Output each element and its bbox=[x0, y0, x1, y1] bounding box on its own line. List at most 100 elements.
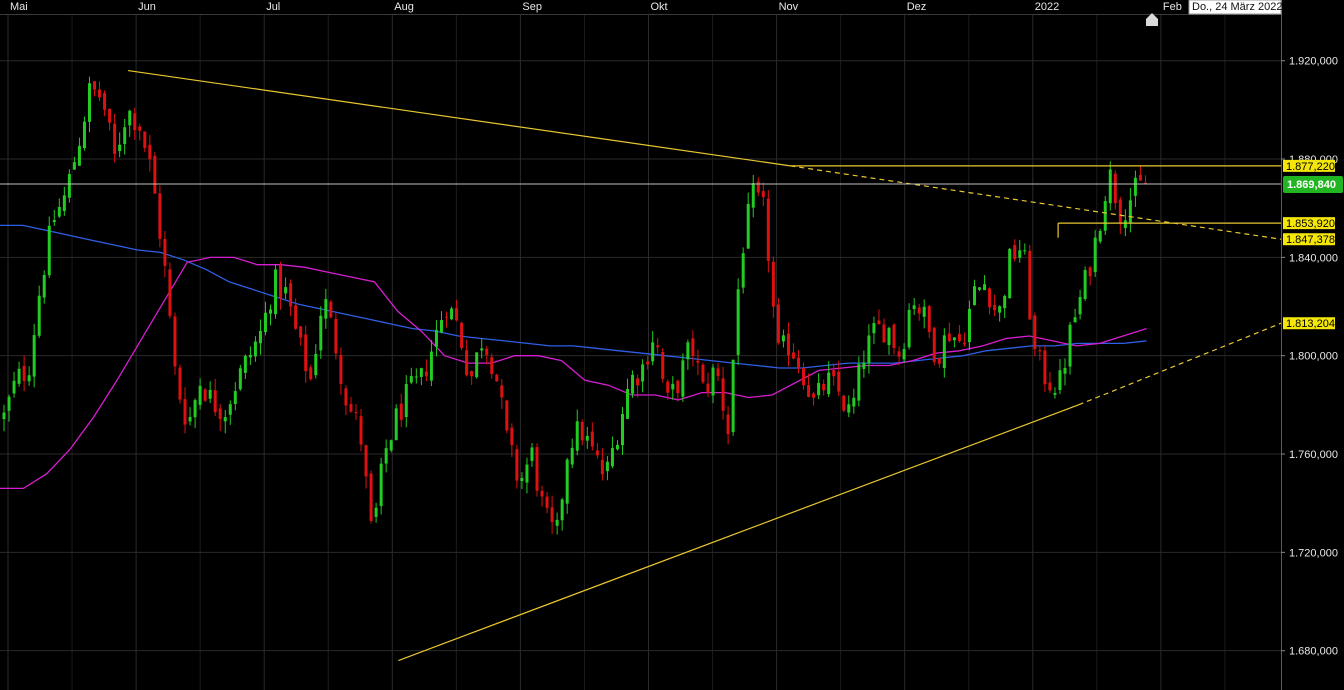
month-tick-label: Jul bbox=[266, 1, 280, 13]
candle-body bbox=[359, 416, 363, 445]
stock-chart[interactable]: 1.920,0001.880,0001.840,0001.800,0001.76… bbox=[0, 0, 1344, 690]
candle-body bbox=[279, 265, 283, 299]
candle-body bbox=[439, 320, 443, 333]
candle-body bbox=[610, 448, 614, 467]
candle-body bbox=[781, 335, 785, 342]
candle-body bbox=[424, 371, 428, 377]
candle-body bbox=[495, 374, 499, 382]
trendline[interactable] bbox=[128, 69, 791, 167]
candle-body bbox=[585, 435, 589, 441]
level-badge: 1.877,220 bbox=[1283, 159, 1335, 173]
candle-body bbox=[560, 499, 564, 521]
candle-body bbox=[1038, 350, 1042, 352]
candle-body bbox=[696, 360, 700, 363]
candle-body bbox=[555, 519, 559, 526]
candle-body bbox=[797, 357, 801, 369]
candle-body bbox=[776, 304, 780, 343]
candle-body bbox=[1133, 177, 1137, 196]
candle-body bbox=[615, 444, 619, 450]
candle-body bbox=[540, 490, 544, 497]
candle-body bbox=[515, 449, 519, 481]
candle-body bbox=[656, 345, 660, 348]
candle-body bbox=[1123, 220, 1127, 229]
candle-body bbox=[309, 367, 313, 380]
candle-body bbox=[1033, 315, 1037, 350]
candle-body bbox=[1113, 173, 1117, 204]
candle-body bbox=[228, 404, 232, 415]
candle-body bbox=[621, 413, 625, 446]
candle-body bbox=[218, 408, 222, 419]
candle-body bbox=[691, 338, 695, 357]
candle-body bbox=[113, 123, 117, 154]
candle-body bbox=[1068, 324, 1072, 367]
candle-body bbox=[857, 364, 861, 401]
candle-body bbox=[93, 81, 97, 90]
candle-body bbox=[892, 324, 896, 349]
candle-body bbox=[429, 351, 433, 381]
level-badge-text: 1.847,378 bbox=[1286, 234, 1335, 246]
candle-body bbox=[661, 351, 665, 379]
candle-body bbox=[907, 309, 911, 348]
level-badge: 1.847,378 bbox=[1283, 233, 1335, 246]
candle-body bbox=[1098, 231, 1102, 242]
candle-body bbox=[837, 371, 841, 392]
candle-body bbox=[414, 376, 418, 378]
candle-body bbox=[445, 316, 449, 318]
candle-body bbox=[947, 333, 951, 342]
month-tick-label: 2022 bbox=[1035, 1, 1059, 13]
candle-body bbox=[706, 383, 710, 393]
candle-body bbox=[726, 414, 730, 435]
candle-body bbox=[988, 288, 992, 308]
chart-canvas[interactable]: 1.920,0001.880,0001.840,0001.800,0001.76… bbox=[0, 0, 1344, 690]
candle-body bbox=[595, 450, 599, 456]
candle-body bbox=[233, 391, 237, 404]
candle-body bbox=[42, 274, 46, 298]
candle-body bbox=[952, 337, 956, 341]
trendline[interactable] bbox=[1078, 322, 1282, 406]
candle-body bbox=[872, 323, 876, 334]
candle-body bbox=[912, 305, 916, 310]
month-tick-label: Feb bbox=[1163, 1, 1182, 13]
candle-body bbox=[842, 395, 846, 411]
candle-body bbox=[812, 393, 816, 398]
candle-body bbox=[480, 348, 484, 351]
candle-body bbox=[409, 376, 413, 383]
candle-body bbox=[676, 380, 680, 394]
candle-body bbox=[1093, 237, 1097, 273]
candle-body bbox=[67, 173, 71, 198]
candle-body bbox=[756, 181, 760, 193]
y-tick-label: 1.920,000 bbox=[1289, 56, 1338, 68]
price-axis: 1.920,0001.880,0001.840,0001.800,0001.76… bbox=[1281, 0, 1338, 690]
candle-body bbox=[600, 459, 604, 475]
trendline[interactable] bbox=[790, 165, 1282, 240]
candle-body bbox=[299, 326, 303, 338]
candle-body bbox=[1048, 382, 1052, 391]
candle-body bbox=[1003, 295, 1007, 309]
candle-body bbox=[922, 306, 926, 317]
candle-body bbox=[27, 375, 31, 382]
date-badge: Do., 24 März 2022 bbox=[1188, 0, 1283, 15]
candle-body bbox=[847, 404, 851, 413]
candle-body bbox=[962, 342, 966, 345]
candle-body bbox=[404, 384, 408, 418]
candles bbox=[2, 76, 1147, 535]
candle-body bbox=[942, 335, 946, 369]
candle-body bbox=[339, 355, 343, 384]
candle-body bbox=[1018, 250, 1022, 258]
candle-body bbox=[57, 206, 61, 217]
candle-body bbox=[832, 370, 836, 377]
level-badge-text: 1.813,204 bbox=[1286, 318, 1335, 330]
candle-body bbox=[384, 448, 388, 464]
candle-body bbox=[178, 367, 182, 400]
candle-body bbox=[475, 352, 479, 378]
candle-body bbox=[993, 305, 997, 311]
candle-body bbox=[716, 368, 720, 376]
candle-body bbox=[902, 349, 906, 360]
month-tick-label: Jun bbox=[138, 1, 156, 13]
trendline[interactable] bbox=[398, 404, 1079, 662]
candle-body bbox=[399, 403, 403, 420]
candle-body bbox=[238, 368, 242, 390]
candle-body bbox=[807, 385, 811, 397]
candle-body bbox=[294, 305, 298, 329]
candle-body bbox=[998, 306, 1002, 313]
